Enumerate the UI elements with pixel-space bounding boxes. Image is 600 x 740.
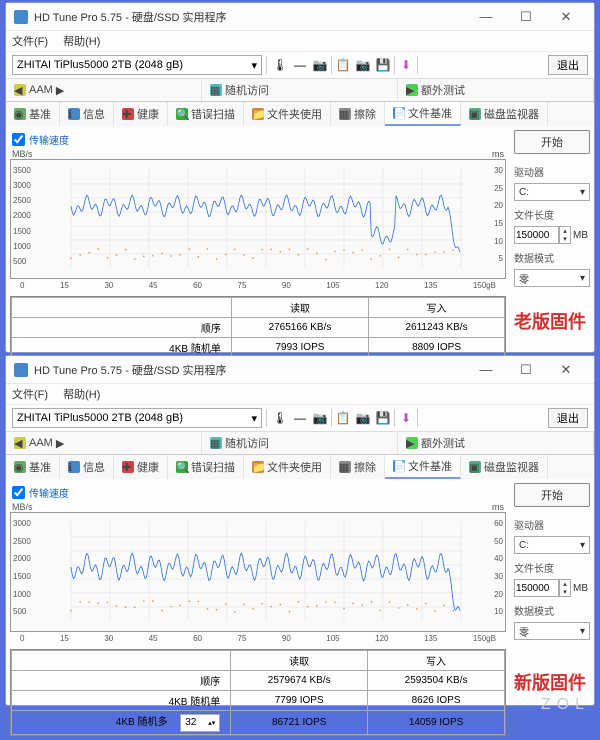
exit-button[interactable]: 退出 [548, 408, 588, 428]
copy-icon[interactable]: 📋 [334, 56, 352, 74]
device-combo[interactable]: ZHITAI TiPlus5000 2TB (2048 gB)▾ [12, 55, 262, 75]
version-label: 新版固件 [514, 669, 586, 695]
tab-diskmon[interactable]: ▣磁盘监视器 [461, 102, 548, 126]
screenshot-icon[interactable]: 📷 [354, 56, 372, 74]
chart-header: 传输速度 [10, 130, 506, 149]
tabs-top: ◀AAM▶ ▦随机访问 ▶额外测试 [6, 79, 594, 101]
menu-file[interactable]: 文件(F) [12, 389, 48, 401]
chart: 35003000250020001500100050030252015105 [10, 159, 506, 279]
dash-icon: — [291, 409, 309, 427]
tab-extra[interactable]: ▶额外测试 [398, 432, 594, 454]
tool-icons: 🌡 — 📷 📋 📷 💾 ⬇ [271, 409, 418, 427]
data-mode-combo[interactable]: 零▾ [514, 622, 590, 640]
temp-icon[interactable]: 🌡 [271, 56, 289, 74]
exit-button[interactable]: 退出 [548, 55, 588, 75]
hdtune-window: HD Tune Pro 5.75 - 硬盘/SSD 实用程序 — ☐ ✕ 文件(… [5, 355, 595, 706]
tabs-bottom: ◉基准 ℹ信息 ✚健康 🔍错误扫描 📁文件夹使用 ▦擦除 📄文件基准 ▣磁盘监视… [6, 101, 594, 126]
dash-icon: — [291, 56, 309, 74]
content-area: 传输速度 MB/sms 3500300025002000150010005003… [6, 126, 594, 387]
app-icon [14, 363, 28, 377]
menu-help[interactable]: 帮助(H) [63, 389, 100, 401]
tabs-bottom: ◉基准 ℹ信息 ✚健康 🔍错误扫描 📁文件夹使用 ▦擦除 📄文件基准 ▣磁盘监视… [6, 454, 594, 479]
qd-combo[interactable]: 32▴▾ [180, 714, 220, 732]
tab-folder[interactable]: 📁文件夹使用 [244, 102, 331, 126]
toolbar: ZHITAI TiPlus5000 2TB (2048 gB)▾ 🌡 — 📷 📋… [6, 52, 594, 79]
title-text: HD Tune Pro 5.75 - 硬盘/SSD 实用程序 [34, 362, 466, 378]
tab-filebench[interactable]: 📄文件基准 [385, 102, 461, 126]
right-panel: 开始 驱动器 C:▾ 文件长度 ▴▾ MB 数据模式 零▾ [514, 130, 590, 383]
tabs-top: ◀AAM▶ ▦随机访问 ▶额外测试 [6, 432, 594, 454]
maximize-button[interactable]: ☐ [506, 5, 546, 29]
version-label: 老版固件 [514, 308, 586, 334]
tab-benchmark[interactable]: ◉基准 [6, 102, 60, 126]
tab-benchmark[interactable]: ◉基准 [6, 455, 60, 479]
minimize-button[interactable]: — [466, 5, 506, 29]
device-combo[interactable]: ZHITAI TiPlus5000 2TB (2048 gB)▾ [12, 408, 262, 428]
drive-combo[interactable]: C:▾ [514, 536, 590, 554]
hdtune-window: HD Tune Pro 5.75 - 硬盘/SSD 实用程序 — ☐ ✕ 文件(… [5, 2, 595, 353]
x-axis: 0153045607590105120135150gB [10, 281, 506, 290]
title-text: HD Tune Pro 5.75 - 硬盘/SSD 实用程序 [34, 9, 466, 25]
tab-health[interactable]: ✚健康 [114, 455, 168, 479]
tab-info[interactable]: ℹ信息 [60, 455, 114, 479]
chart: 30002500200015001000500605040302010 [10, 512, 506, 632]
start-button[interactable]: 开始 [514, 483, 590, 507]
transfer-speed-check[interactable] [12, 133, 25, 146]
tab-erase[interactable]: ▦擦除 [331, 455, 385, 479]
tab-filebench[interactable]: 📄文件基准 [385, 455, 461, 479]
tab-aam[interactable]: ◀AAM▶ [6, 432, 202, 454]
toolbar: ZHITAI TiPlus5000 2TB (2048 gB)▾ 🌡 — 📷 📋… [6, 405, 594, 432]
start-button[interactable]: 开始 [514, 130, 590, 154]
file-length-spinner[interactable]: ▴▾ [514, 579, 571, 597]
save-icon[interactable]: 💾 [374, 56, 392, 74]
tab-errscan[interactable]: 🔍错误扫描 [168, 102, 244, 126]
app-icon [14, 10, 28, 24]
minimize-button[interactable]: — [466, 358, 506, 382]
tab-diskmon[interactable]: ▣磁盘监视器 [461, 455, 548, 479]
content-area: 传输速度 MB/sms 3000250020001500100050060504… [6, 479, 594, 740]
menubar: 文件(F) 帮助(H) [6, 384, 594, 405]
camera-icon[interactable]: 📷 [311, 56, 329, 74]
chart-header: 传输速度 [10, 483, 506, 502]
menu-help[interactable]: 帮助(H) [63, 36, 100, 48]
close-button[interactable]: ✕ [546, 5, 586, 29]
temp-icon[interactable]: 🌡 [271, 409, 289, 427]
file-length-spinner[interactable]: ▴▾ [514, 226, 571, 244]
tab-aam[interactable]: ◀AAM▶ [6, 79, 202, 101]
camera-icon[interactable]: 📷 [311, 409, 329, 427]
copy-icon[interactable]: 📋 [334, 409, 352, 427]
tool-icons: 🌡 — 📷 📋 📷 💾 ⬇ [271, 56, 418, 74]
options-icon[interactable]: ⬇ [397, 56, 415, 74]
data-mode-combo[interactable]: 零▾ [514, 269, 590, 287]
save-icon[interactable]: 💾 [374, 409, 392, 427]
tab-info[interactable]: ℹ信息 [60, 102, 114, 126]
results-table: 读取写入 顺序2579674 KB/s2593504 KB/s 4KB 随机单7… [10, 649, 506, 736]
options-icon[interactable]: ⬇ [397, 409, 415, 427]
tab-erase[interactable]: ▦擦除 [331, 102, 385, 126]
menubar: 文件(F) 帮助(H) [6, 31, 594, 52]
close-button[interactable]: ✕ [546, 358, 586, 382]
transfer-speed-check[interactable] [12, 486, 25, 499]
menu-file[interactable]: 文件(F) [12, 36, 48, 48]
tab-random[interactable]: ▦随机访问 [202, 432, 398, 454]
screenshot-icon[interactable]: 📷 [354, 409, 372, 427]
tab-random[interactable]: ▦随机访问 [202, 79, 398, 101]
tab-folder[interactable]: 📁文件夹使用 [244, 455, 331, 479]
x-axis: 0153045607590105120135150gB [10, 634, 506, 643]
tab-errscan[interactable]: 🔍错误扫描 [168, 455, 244, 479]
tab-extra[interactable]: ▶额外测试 [398, 79, 594, 101]
titlebar: HD Tune Pro 5.75 - 硬盘/SSD 实用程序 — ☐ ✕ [6, 356, 594, 384]
maximize-button[interactable]: ☐ [506, 358, 546, 382]
titlebar: HD Tune Pro 5.75 - 硬盘/SSD 实用程序 — ☐ ✕ [6, 3, 594, 31]
watermark: ZOL [541, 696, 590, 714]
drive-combo[interactable]: C:▾ [514, 183, 590, 201]
tab-health[interactable]: ✚健康 [114, 102, 168, 126]
